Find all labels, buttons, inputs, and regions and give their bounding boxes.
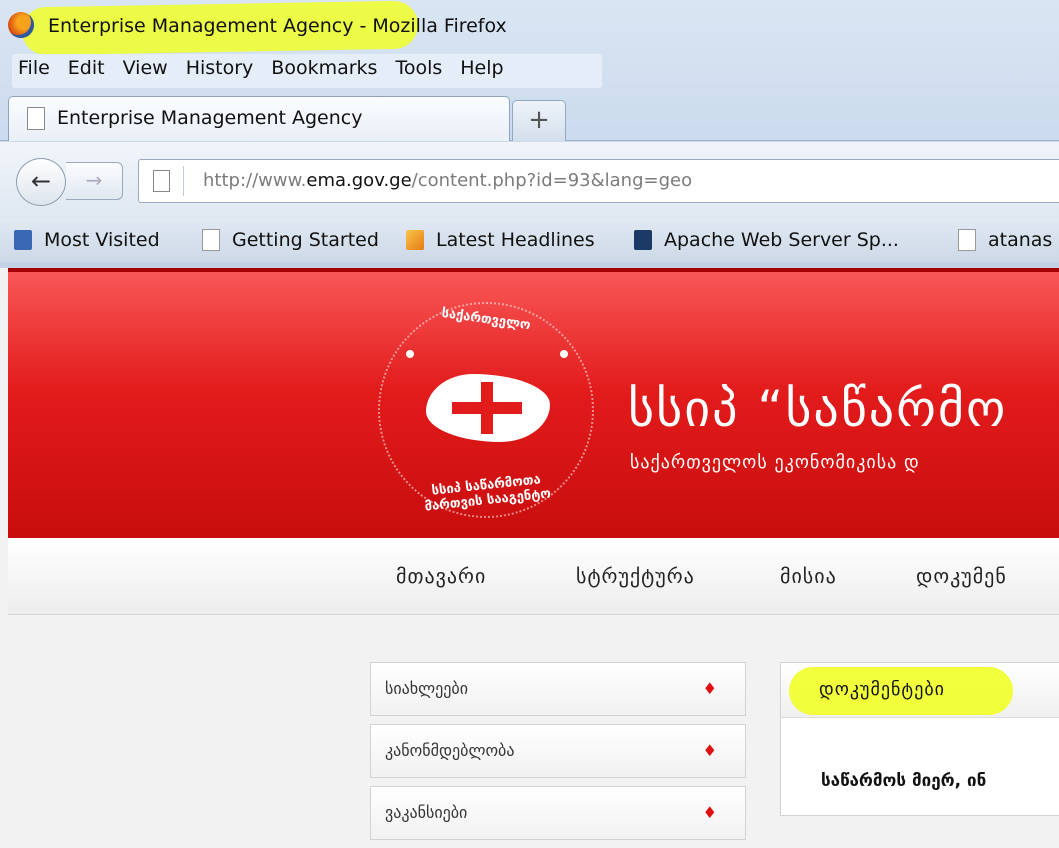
- page-icon: [958, 229, 976, 251]
- bookmark-label: Apache Web Server Sp...: [664, 229, 899, 251]
- menu-history[interactable]: History: [180, 54, 266, 88]
- site-subtitle: საქართველოს ეკონომიკისა დ: [630, 452, 920, 473]
- window-title: Enterprise Management Agency - Mozilla F…: [48, 15, 507, 37]
- menu-bookmarks[interactable]: Bookmarks: [265, 54, 389, 88]
- menu-file[interactable]: File: [12, 54, 62, 88]
- bookmark-label: atanas: [988, 229, 1053, 251]
- bookmark-most-visited[interactable]: Most Visited: [14, 226, 160, 254]
- sidebar-item-label: კანონმდებლობა: [385, 741, 515, 760]
- arrow-right-icon: ♦: [702, 679, 717, 698]
- page-icon: [153, 170, 170, 192]
- url-bar[interactable]: http://www.ema.gov.ge/content.php?id=93&…: [138, 159, 1059, 203]
- arrow-right-icon: ♦: [702, 803, 717, 822]
- bookmark-getting-started[interactable]: Getting Started: [202, 226, 379, 254]
- sidebar-item-label: სიახლეები: [385, 679, 468, 698]
- nav-item-documents[interactable]: დოკუმენ: [916, 564, 1007, 588]
- sidebar-item-label: ვაკანსიები: [385, 803, 468, 822]
- url-prefix: http://www.: [203, 170, 307, 191]
- content-text: საწარმოს მიერ, ინ: [821, 771, 987, 791]
- tab-active[interactable]: Enterprise Management Agency: [8, 96, 510, 141]
- browser-chrome: Enterprise Management Agency - Mozilla F…: [0, 0, 1059, 268]
- tab-label: Enterprise Management Agency: [57, 107, 363, 129]
- url-domain: ema.gov.ge: [306, 170, 412, 191]
- logo-dot: [406, 350, 414, 358]
- main-nav: მთავარი სტრუქტურა მისია დოკუმენ: [8, 538, 1059, 615]
- bookmark-label: Most Visited: [44, 229, 160, 251]
- bookmark-label: Getting Started: [232, 229, 379, 251]
- menu-tools[interactable]: Tools: [389, 54, 454, 88]
- url-suffix: /content.php?id=93&lang=geo: [411, 170, 693, 191]
- arrow-right-icon: ♦: [702, 741, 717, 760]
- title-bar: Enterprise Management Agency - Mozilla F…: [0, 0, 1059, 56]
- content-panel: დოკუმენტები საწარმოს მიერ, ინ: [780, 662, 1059, 816]
- page-icon: [202, 229, 220, 251]
- bookmark-latest-headlines[interactable]: Latest Headlines: [406, 226, 595, 254]
- navigation-toolbar: ← → http://www.ema.gov.ge/content.php?id…: [0, 142, 1059, 218]
- nav-item-structure[interactable]: სტრუქტურა: [576, 564, 695, 588]
- new-tab-button[interactable]: +: [512, 100, 566, 141]
- firefox-icon[interactable]: [8, 12, 34, 38]
- bookmark-label: Latest Headlines: [436, 229, 595, 251]
- bookmarks-toolbar: Most Visited Getting Started Latest Head…: [0, 218, 1059, 262]
- menu-view[interactable]: View: [117, 54, 180, 88]
- cross-icon: [452, 402, 522, 414]
- sidebar-item-news[interactable]: სიახლეები ♦: [370, 662, 746, 716]
- back-button[interactable]: ←: [16, 158, 66, 206]
- apache-icon: [634, 230, 652, 250]
- agency-logo[interactable]: საქართველო სსიპ საწარმოთა მართვის სააგენ…: [378, 302, 594, 518]
- content-header: დოკუმენტები: [781, 663, 1059, 718]
- tab-strip: Enterprise Management Agency +: [0, 92, 1059, 141]
- site-title: სსიპ “საწარმო: [628, 380, 1008, 438]
- web-page: საქართველო სსიპ საწარმოთა მართვის სააგენ…: [0, 268, 1059, 840]
- content-title: დოკუმენტები: [819, 679, 945, 700]
- menu-edit[interactable]: Edit: [62, 54, 117, 88]
- sidebar-item-legislation[interactable]: კანონმდებლობა ♦: [370, 724, 746, 778]
- url-text[interactable]: http://www.ema.gov.ge/content.php?id=93&…: [203, 170, 692, 191]
- menu-bar: File Edit View History Bookmarks Tools H…: [12, 54, 602, 88]
- site-banner: საქართველო სსიპ საწარმოთა მართვის სააგენ…: [8, 268, 1059, 538]
- logo-dot: [560, 350, 568, 358]
- rss-icon: [406, 230, 424, 250]
- url-divider: [183, 166, 184, 196]
- nav-item-home[interactable]: მთავარი: [396, 564, 486, 588]
- bookmark-atanas[interactable]: atanas: [958, 226, 1052, 254]
- most-visited-icon: [14, 230, 32, 250]
- page-icon: [27, 107, 45, 130]
- bookmark-apache[interactable]: Apache Web Server Sp...: [634, 226, 899, 254]
- sidebar-menu: სიახლეები ♦ კანონმდებლობა ♦ ვაკანსიები ♦: [370, 662, 748, 848]
- forward-button[interactable]: →: [66, 162, 123, 200]
- nav-item-mission[interactable]: მისია: [780, 564, 837, 588]
- menu-help[interactable]: Help: [454, 54, 515, 88]
- sidebar-item-vacancies[interactable]: ვაკანსიები ♦: [370, 786, 746, 840]
